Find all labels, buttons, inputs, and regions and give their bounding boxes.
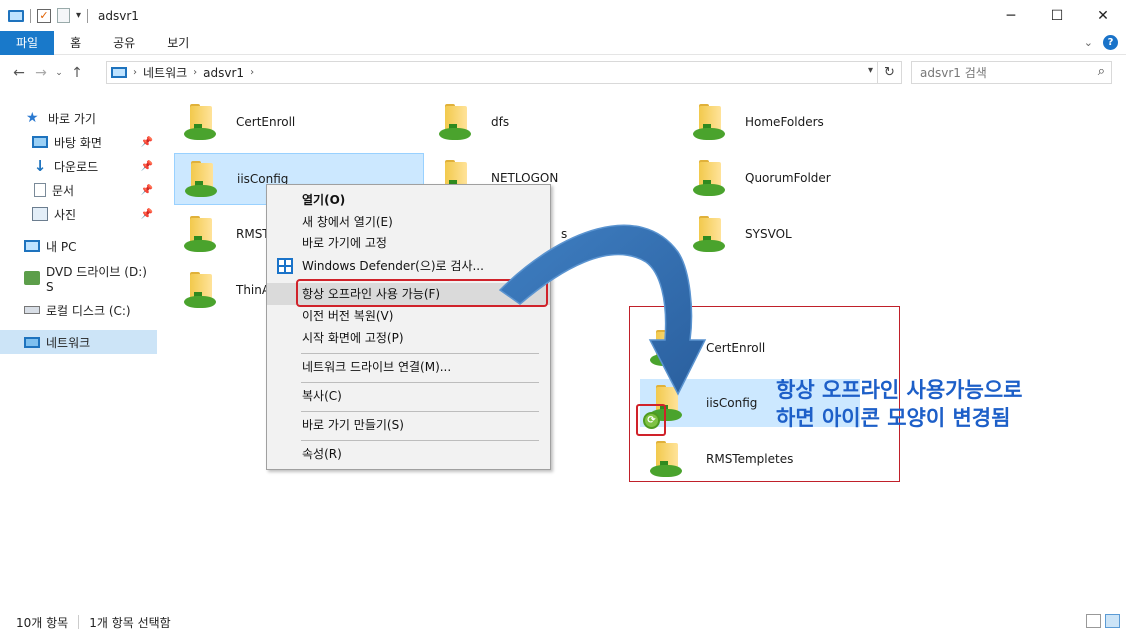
annotation-arrow-icon	[498, 224, 707, 396]
selection-count: 1개 항목 선택함	[89, 615, 171, 630]
status-bar: 10개 항목 1개 항목 선택함	[0, 610, 1126, 634]
large-icons-view-icon[interactable]	[1105, 614, 1120, 628]
details-view-icon[interactable]	[1086, 614, 1101, 628]
status-divider	[78, 615, 80, 629]
item-count: 10개 항목	[16, 615, 69, 630]
curved-arrow-shape	[498, 224, 707, 396]
